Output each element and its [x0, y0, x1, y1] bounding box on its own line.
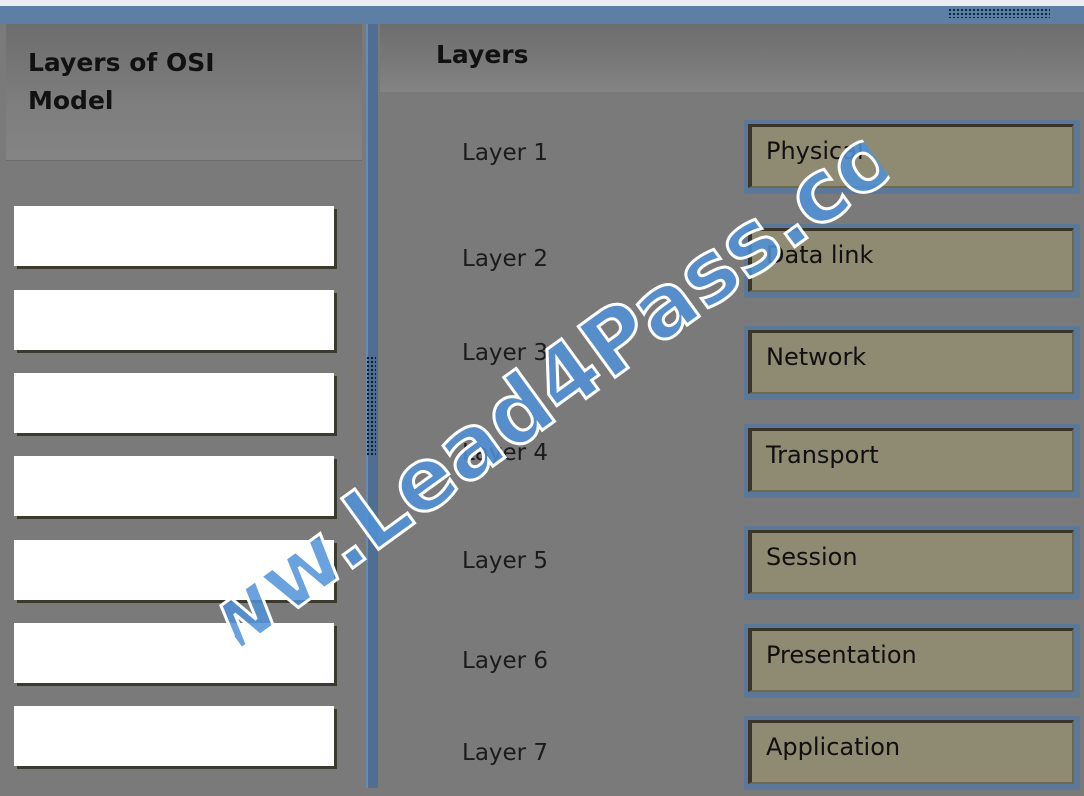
answer-item-face: Presentation — [748, 628, 1074, 692]
left-title-line-1: Layers of OSI — [28, 48, 215, 77]
drop-target-4[interactable] — [14, 456, 334, 516]
layer-label-6: Layer 6 — [462, 648, 549, 674]
answer-item-transport[interactable]: Transport — [744, 424, 1080, 498]
drop-target-3[interactable] — [14, 373, 334, 433]
answer-item-network[interactable]: Network — [744, 326, 1080, 400]
layer-label-5: Layer 5 — [462, 548, 549, 574]
drop-target-7[interactable] — [14, 706, 334, 766]
left-title-line-2: Model — [28, 86, 114, 115]
answer-item-label: Data link — [766, 241, 874, 269]
answer-item-label: Session — [766, 543, 858, 571]
right-panel-header: Layers — [380, 24, 1084, 92]
answer-item-label: Presentation — [766, 641, 917, 669]
answer-item-application[interactable]: Application — [744, 716, 1080, 790]
layer-label-4: Layer 4 — [462, 440, 549, 466]
answer-item-label: Transport — [766, 441, 879, 469]
answer-item-face: Data link — [748, 228, 1074, 292]
drop-target-2[interactable] — [14, 290, 334, 350]
layer-label-1: Layer 1 — [462, 140, 549, 166]
answer-item-face: Transport — [748, 428, 1074, 492]
left-panel-header: Layers of OSI Model — [6, 24, 362, 161]
answer-item-face: Application — [748, 720, 1074, 784]
drop-target-1[interactable] — [14, 206, 334, 266]
right-panel-title: Layers — [436, 40, 529, 69]
answer-item-presentation[interactable]: Presentation — [744, 624, 1080, 698]
title-bar-grip[interactable] — [948, 8, 1050, 18]
divider-grip-handle[interactable] — [366, 356, 376, 456]
drop-target-5[interactable] — [14, 540, 334, 600]
answer-item-physical[interactable]: Physical — [744, 120, 1080, 194]
answer-item-label: Network — [766, 343, 867, 371]
answer-item-label: Physical — [766, 137, 864, 165]
answer-item-data-link[interactable]: Data link — [744, 224, 1080, 298]
answer-item-face: Network — [748, 330, 1074, 394]
answer-item-face: Physical — [748, 124, 1074, 188]
answer-item-face: Session — [748, 530, 1074, 594]
layer-label-2: Layer 2 — [462, 246, 549, 272]
layer-label-7: Layer 7 — [462, 740, 549, 766]
answer-item-label: Application — [766, 733, 901, 761]
drop-target-6[interactable] — [14, 623, 334, 683]
title-bar — [0, 0, 1084, 24]
left-panel-title: Layers of OSI Model — [28, 44, 348, 120]
answer-item-session[interactable]: Session — [744, 526, 1080, 600]
layer-label-3: Layer 3 — [462, 340, 549, 366]
